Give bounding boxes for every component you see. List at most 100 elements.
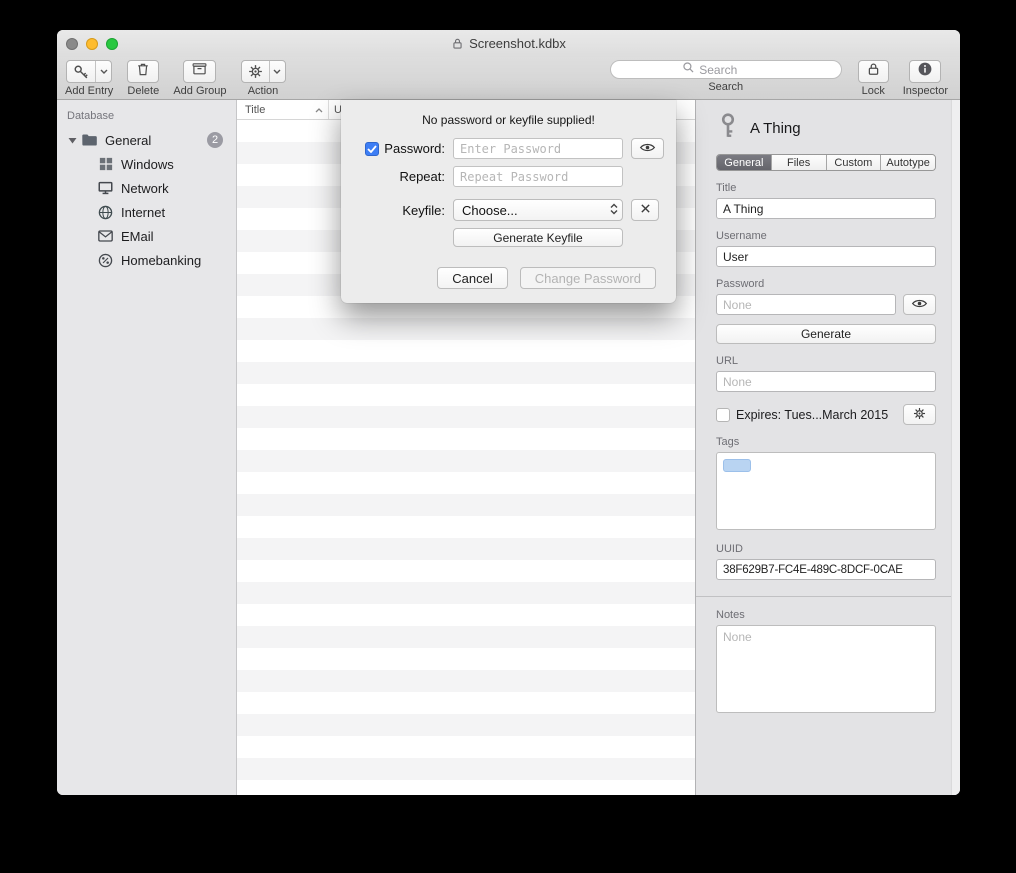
percent-coin-icon bbox=[97, 253, 114, 268]
tab-label: General bbox=[724, 157, 763, 169]
cancel-button[interactable]: Cancel bbox=[437, 267, 507, 289]
repeat-row-label: Repeat: bbox=[357, 169, 445, 184]
sidebar-group-general[interactable]: General 2 bbox=[57, 128, 236, 152]
sidebar-item-internet[interactable]: Internet bbox=[57, 200, 236, 224]
trash-icon bbox=[135, 61, 151, 82]
sidebar-item-label: EMail bbox=[121, 229, 154, 244]
sort-ascending-icon bbox=[315, 104, 323, 116]
expires-label: Expires: Tues...March 2015 bbox=[736, 408, 888, 422]
sidebar-item-label: Network bbox=[121, 181, 169, 196]
generate-keyfile-label: Generate Keyfile bbox=[493, 231, 582, 245]
key-icon bbox=[67, 61, 96, 82]
disclosure-triangle-icon[interactable] bbox=[66, 137, 78, 144]
tab-general[interactable]: General bbox=[717, 155, 772, 170]
action-button[interactable] bbox=[241, 60, 286, 83]
delete-button[interactable] bbox=[127, 60, 159, 83]
action-label: Action bbox=[248, 85, 279, 97]
chevron-down-icon[interactable] bbox=[270, 61, 285, 82]
envelope-icon bbox=[97, 230, 114, 242]
clear-keyfile-button[interactable] bbox=[631, 199, 659, 221]
generate-password-button[interactable]: Generate bbox=[716, 324, 936, 344]
add-group-item: Add Group bbox=[173, 60, 226, 97]
gear-icon bbox=[913, 407, 926, 423]
sidebar-item-label: Windows bbox=[121, 157, 174, 172]
keyfile-popup[interactable]: Choose... bbox=[453, 199, 623, 221]
change-password-dialog: No password or keyfile supplied! Passwor… bbox=[341, 100, 676, 303]
folder-icon bbox=[81, 133, 98, 147]
monitor-icon bbox=[97, 181, 114, 195]
sidebar-item-windows[interactable]: Windows bbox=[57, 152, 236, 176]
url-field-label: URL bbox=[716, 355, 936, 367]
window-title: Screenshot.kdbx bbox=[469, 36, 566, 51]
reveal-password-button[interactable] bbox=[631, 138, 664, 159]
repeat-password-input[interactable] bbox=[453, 166, 623, 187]
sidebar-group-label: General bbox=[105, 133, 151, 148]
key-icon bbox=[716, 113, 740, 144]
inspector-header: A Thing bbox=[716, 112, 936, 144]
keyfile-popup-value: Choose... bbox=[462, 203, 518, 218]
windows-icon bbox=[97, 157, 114, 171]
column-header-username[interactable]: U bbox=[329, 104, 342, 116]
sidebar-item-email[interactable]: EMail bbox=[57, 224, 236, 248]
delete-item: Delete bbox=[127, 60, 159, 97]
search-input[interactable] bbox=[699, 63, 769, 77]
repeat-label-text: Repeat: bbox=[399, 169, 445, 184]
globe-icon bbox=[97, 205, 114, 220]
expires-checkbox[interactable] bbox=[716, 408, 730, 422]
tab-autotype[interactable]: Autotype bbox=[881, 155, 935, 170]
password-row-label: Password: bbox=[357, 141, 445, 156]
notes-field[interactable] bbox=[716, 625, 936, 713]
notes-label: Notes bbox=[716, 609, 936, 621]
sidebar-item-homebanking[interactable]: Homebanking bbox=[57, 248, 236, 272]
column-header-title[interactable]: Title bbox=[237, 100, 329, 119]
tags-label: Tags bbox=[716, 436, 936, 448]
sidebar-section-header: Database bbox=[57, 100, 236, 128]
lock-button[interactable] bbox=[858, 60, 889, 83]
sidebar-item-network[interactable]: Network bbox=[57, 176, 236, 200]
username-field-label: Username bbox=[716, 230, 936, 242]
divider bbox=[696, 596, 960, 597]
title-field-label: Title bbox=[716, 182, 936, 194]
reveal-password-button[interactable] bbox=[903, 294, 936, 315]
password-field[interactable] bbox=[716, 294, 896, 315]
search-label: Search bbox=[708, 81, 743, 93]
tab-custom[interactable]: Custom bbox=[827, 155, 882, 170]
search-field[interactable] bbox=[610, 60, 842, 79]
add-group-button[interactable] bbox=[183, 60, 216, 83]
title-field[interactable] bbox=[716, 198, 936, 219]
username-field[interactable] bbox=[716, 246, 936, 267]
change-password-label: Change Password bbox=[535, 271, 641, 286]
expires-settings-button[interactable] bbox=[903, 404, 936, 425]
action-item: Action bbox=[241, 60, 286, 97]
chevron-down-icon[interactable] bbox=[96, 61, 111, 82]
inspector-panel: A Thing General Files Custom Autotype Ti… bbox=[695, 100, 960, 795]
new-password-input[interactable] bbox=[453, 138, 623, 159]
generate-keyfile-button[interactable]: Generate Keyfile bbox=[453, 228, 623, 247]
column-title-label: Title bbox=[245, 104, 265, 116]
tab-files[interactable]: Files bbox=[772, 155, 827, 170]
close-x-icon bbox=[640, 201, 651, 219]
url-field[interactable] bbox=[716, 371, 936, 392]
tab-label: Autotype bbox=[886, 157, 929, 169]
title-bar[interactable]: Screenshot.kdbx bbox=[57, 30, 960, 57]
expires-row: Expires: Tues...March 2015 bbox=[716, 404, 936, 425]
inspector-scrollbar[interactable] bbox=[951, 100, 960, 795]
eye-icon bbox=[911, 296, 928, 314]
stepper-icon bbox=[610, 203, 618, 218]
change-password-button[interactable]: Change Password bbox=[520, 267, 656, 289]
tags-field[interactable] bbox=[716, 452, 936, 530]
lock-item: Lock bbox=[858, 60, 889, 97]
gear-icon bbox=[242, 61, 270, 82]
inspector-button[interactable] bbox=[909, 60, 941, 83]
sidebar: Database General 2 Windows Network bbox=[57, 100, 237, 795]
entry-count-badge: 2 bbox=[207, 132, 223, 148]
window-title-area: Screenshot.kdbx bbox=[57, 30, 960, 57]
add-entry-label: Add Entry bbox=[65, 85, 113, 97]
password-checkbox[interactable] bbox=[365, 142, 379, 156]
delete-label: Delete bbox=[127, 85, 159, 97]
add-entry-item: Add Entry bbox=[65, 60, 113, 97]
add-entry-button[interactable] bbox=[66, 60, 112, 83]
tag-pill[interactable] bbox=[723, 459, 751, 472]
search-icon bbox=[682, 61, 695, 79]
uuid-field[interactable] bbox=[716, 559, 936, 580]
